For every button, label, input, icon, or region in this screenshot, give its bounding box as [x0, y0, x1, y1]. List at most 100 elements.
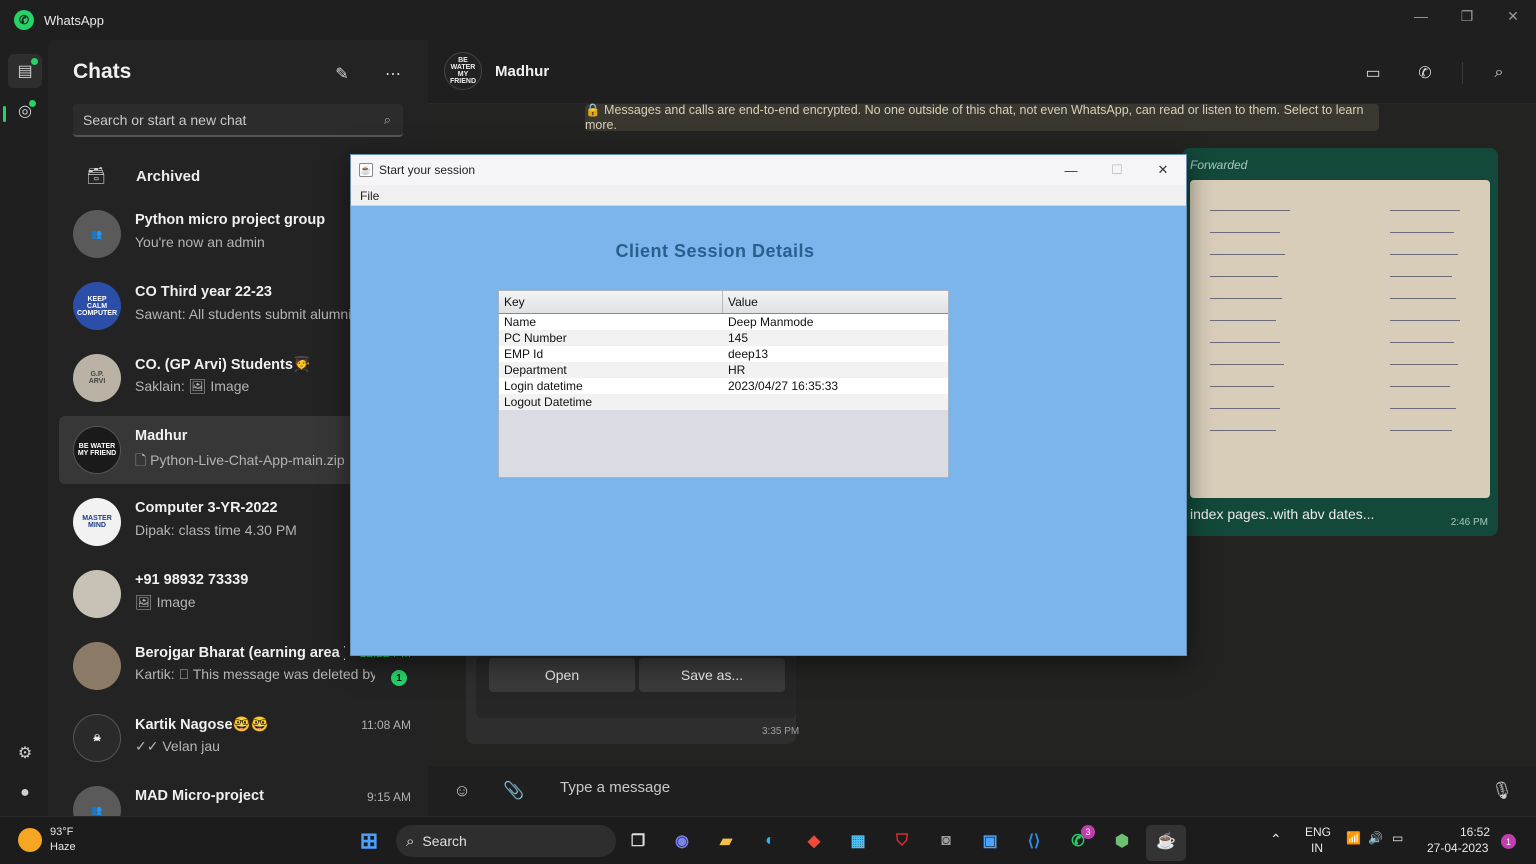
new-chat-icon[interactable]: ✎ [330, 62, 354, 86]
encryption-notice[interactable]: 🔒 Messages and calls are end-to-end encr… [585, 103, 1379, 132]
app-cube-icon[interactable]: ⬢ [1106, 825, 1138, 857]
chat-item[interactable]: ☠ Kartik Nagose🤓🤓 11:08 AM ✓✓ Velan jau [59, 704, 419, 772]
message-time: 3:35 PM [762, 726, 800, 737]
attach-paperclip-icon[interactable]: 📎 [501, 778, 527, 804]
session-dialog: ☕ Start your session — ☐ ✕ File Client S… [350, 154, 1187, 656]
dialog-close-button[interactable]: ✕ [1140, 155, 1186, 185]
forwarded-label: Forwarded [1190, 158, 1248, 172]
active-indicator [3, 106, 6, 122]
unread-badge: 1 [391, 670, 407, 686]
weather-temp: 93°F [50, 826, 74, 838]
notification-badge[interactable]: 1 [1501, 834, 1516, 849]
archived-label: Archived [136, 167, 201, 185]
vscode-icon[interactable]: ⟨⟩ [1018, 825, 1050, 857]
dialog-title: Start your session [379, 163, 476, 177]
clock-time[interactable]: 16:52 [1460, 825, 1490, 839]
minimize-button[interactable]: — [1398, 0, 1444, 32]
cell-value: Deep Manmode [728, 315, 814, 329]
wifi-icon[interactable]: 📶 [1346, 831, 1361, 845]
cell-value: deep13 [728, 347, 769, 361]
teams-chat-icon[interactable]: ◉ [666, 825, 698, 857]
table-row[interactable]: Department HR [499, 362, 948, 378]
open-file-button[interactable]: Open [489, 658, 635, 692]
mcafee-icon[interactable]: ⛉ [886, 825, 918, 857]
avatar [73, 642, 121, 690]
table-header: Key Value [499, 291, 948, 314]
archive-icon: 🗃 [86, 168, 107, 185]
chat-name: +91 98932 73339 [135, 572, 249, 588]
app-diamond-icon[interactable]: ◆ [798, 825, 830, 857]
avatar [73, 570, 121, 618]
chat-name: CO. (GP Arvi) Students🧑‍🎓 [135, 357, 311, 373]
chat-search-input[interactable] [83, 111, 363, 128]
whatsapp-unread-badge: 3 [1081, 825, 1095, 839]
profile-avatar-icon[interactable]: ● [8, 776, 42, 810]
save-as-button[interactable]: Save as... [639, 658, 785, 692]
table-row[interactable]: EMP Id deep13 [499, 346, 948, 362]
chat-preview: Kartik: ⃠ This message was deleted by... [135, 666, 375, 682]
chat-name: Madhur [135, 428, 188, 444]
cell-value: 2023/04/27 16:35:33 [728, 379, 839, 393]
dialog-menu-bar: File [351, 185, 1186, 206]
more-options-icon[interactable]: ⋯ [381, 62, 405, 86]
chats-nav-icon[interactable]: ▤ [8, 54, 42, 88]
group-avatar-icon: 👥 [73, 786, 121, 816]
microphone-icon[interactable]: 🎙 [1489, 778, 1515, 804]
region-indicator[interactable]: IN [1311, 841, 1323, 855]
cell-key: Login datetime [504, 379, 583, 393]
video-call-icon[interactable]: ▭ [1360, 60, 1386, 86]
windows-app-icon[interactable]: ▣ [974, 825, 1006, 857]
dialog-minimize-button[interactable]: — [1048, 155, 1094, 185]
camera-icon[interactable]: ◙ [930, 825, 962, 857]
chat-name: Python micro project group [135, 212, 326, 228]
conversation-header: BE WATER MY FRIEND Madhur ▭ ✆ ⌕ [428, 40, 1536, 104]
windows-start-icon[interactable]: ⊞ [353, 825, 385, 857]
battery-icon[interactable]: ▭ [1392, 831, 1403, 845]
chat-item[interactable]: 👥 MAD Micro-project 9:15 AM [59, 776, 419, 816]
chat-name: CO Third year 22-23 [135, 284, 272, 300]
file-menu[interactable]: File [360, 189, 379, 203]
search-icon: ⌕ [406, 832, 415, 850]
dialog-title-bar[interactable]: ☕ Start your session — ☐ ✕ [351, 155, 1186, 185]
group-avatar-icon: 👥 [73, 210, 121, 258]
table-row[interactable]: Login datetime 2023/04/27 16:35:33 [499, 378, 948, 394]
voice-call-icon[interactable]: ✆ [1412, 60, 1438, 86]
status-nav-icon[interactable]: ◎ [8, 94, 42, 128]
contact-name[interactable]: Madhur [495, 63, 549, 80]
edge-browser-icon[interactable]: ◐ [754, 825, 786, 857]
avatar: G.P. ARVI [73, 354, 121, 402]
chat-name: MAD Micro-project [135, 788, 264, 804]
chat-search-box[interactable]: ⌕ [73, 104, 403, 137]
whatsapp-logo-icon: ✆ [14, 10, 34, 30]
restore-button[interactable]: ❐ [1444, 0, 1490, 32]
file-explorer-icon[interactable]: ▰ [710, 825, 742, 857]
message-input[interactable] [560, 779, 1420, 796]
column-header-key[interactable]: Key [499, 291, 723, 313]
language-indicator[interactable]: ENG [1305, 825, 1331, 839]
settings-gear-icon[interactable]: ⚙ [8, 736, 42, 770]
table-row[interactable]: PC Number 145 [499, 330, 948, 346]
task-view-icon[interactable]: ❐ [622, 825, 654, 857]
search-icon[interactable]: ⌕ [1486, 60, 1512, 86]
microsoft-store-icon[interactable]: ▦ [842, 825, 874, 857]
volume-icon[interactable]: 🔊 [1368, 831, 1383, 845]
clock-date[interactable]: 27-04-2023 [1427, 841, 1488, 855]
table-row[interactable]: Logout Datetime [499, 394, 948, 410]
title-bar: ✆ WhatsApp — ❐ ✕ [0, 0, 1536, 40]
image-message[interactable]: Forwarded index pages..with abv dates...… [1182, 148, 1498, 536]
taskbar-search[interactable]: ⌕ Search [396, 825, 616, 857]
contact-avatar[interactable]: BE WATER MY FRIEND [444, 52, 482, 90]
java-app-icon[interactable]: ☕ [1150, 825, 1182, 857]
tray-chevron-up-icon[interactable]: ⌃ [1270, 831, 1282, 848]
column-header-value[interactable]: Value [723, 291, 948, 313]
avatar: MASTER MIND [73, 498, 121, 546]
search-icon[interactable]: ⌕ [384, 112, 391, 128]
emoji-icon[interactable]: ☺ [449, 778, 475, 804]
java-app-icon: ☕ [359, 163, 373, 177]
handwritten-index-photo[interactable] [1190, 180, 1490, 498]
table-row[interactable]: Name Deep Manmode [499, 314, 948, 330]
avatar: ☠ [73, 714, 121, 762]
cell-key: EMP Id [504, 347, 544, 361]
weather-widget[interactable]: 93°F Haze [18, 825, 76, 855]
close-button[interactable]: ✕ [1490, 0, 1536, 32]
